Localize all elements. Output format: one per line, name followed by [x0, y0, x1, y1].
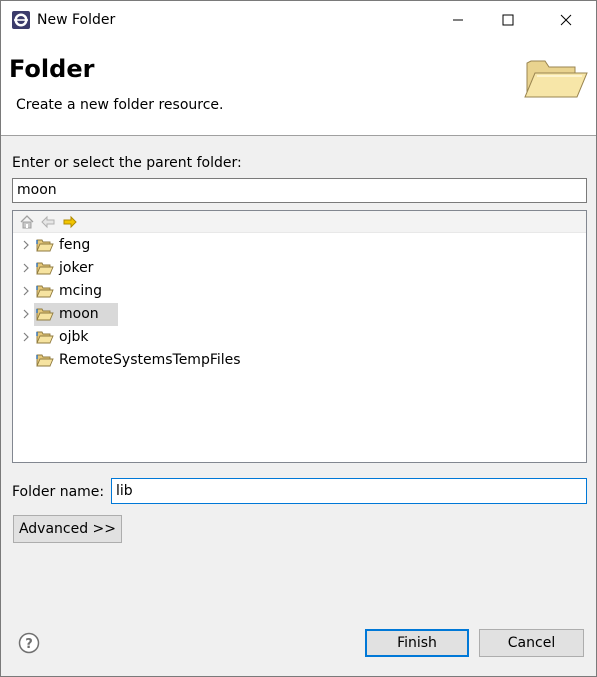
folder-icon: [36, 308, 54, 321]
back-arrow-icon[interactable]: [40, 214, 56, 230]
folder-icon: [36, 239, 54, 252]
folder-icon: [36, 262, 54, 275]
tree-item-label: mcing: [59, 283, 102, 299]
folder-icon: [36, 331, 54, 344]
open-folder-icon: [524, 60, 588, 98]
chevron-right-icon[interactable]: [21, 240, 31, 250]
folder-name-input[interactable]: lib: [111, 478, 587, 504]
folder-icon: [36, 285, 54, 298]
minimize-button[interactable]: [435, 1, 481, 39]
tree-item-label: RemoteSystemsTempFiles: [59, 352, 241, 368]
forward-arrow-icon[interactable]: [62, 214, 78, 230]
tree-item-label: moon: [59, 306, 99, 322]
cancel-button[interactable]: Cancel: [479, 629, 584, 657]
tree-item-label: ojbk: [59, 329, 89, 345]
tree-item[interactable]: mcing: [13, 280, 586, 303]
tree-item[interactable]: ojbk: [13, 326, 586, 349]
folder-name-label: Folder name:: [12, 484, 105, 500]
tree-item[interactable]: feng: [13, 234, 586, 257]
parent-folder-label: Enter or select the parent folder:: [12, 155, 242, 171]
chevron-right-icon[interactable]: [21, 332, 31, 342]
tree-item[interactable]: moon: [13, 303, 586, 326]
title-bar: New Folder: [1, 1, 596, 39]
tree-item[interactable]: joker: [13, 257, 586, 280]
svg-text:?: ?: [25, 637, 33, 652]
tree-item[interactable]: RemoteSystemsTempFiles: [13, 349, 586, 372]
tree-item-label: feng: [59, 237, 91, 253]
window-title: New Folder: [37, 12, 116, 28]
minimize-icon: [453, 19, 463, 21]
wizard-banner: Folder Create a new folder resource.: [1, 39, 596, 136]
chevron-right-icon[interactable]: [21, 286, 31, 296]
chevron-right-icon[interactable]: [21, 263, 31, 273]
close-icon: [560, 14, 572, 26]
chevron-right-icon[interactable]: [21, 309, 31, 319]
tree-item-label: joker: [59, 260, 94, 276]
tree-toolbar: [13, 211, 586, 233]
page-title: Folder: [9, 55, 95, 83]
page-description: Create a new folder resource.: [16, 97, 224, 113]
new-folder-dialog: New Folder Folder Create a new folder re…: [0, 0, 597, 677]
home-icon[interactable]: [19, 214, 35, 230]
eclipse-icon: [12, 11, 30, 29]
folder-icon: [36, 354, 54, 367]
maximize-icon: [502, 14, 514, 26]
advanced-button[interactable]: Advanced >>: [13, 515, 122, 543]
folder-tree[interactable]: feng joker mcing moon ojbk RemoteSystemsTempF…: [12, 210, 587, 463]
parent-folder-input[interactable]: moon: [12, 178, 587, 203]
close-button[interactable]: [543, 1, 589, 39]
finish-button[interactable]: Finish: [365, 629, 469, 657]
help-icon[interactable]: ?: [18, 632, 40, 654]
maximize-button[interactable]: [485, 1, 531, 39]
